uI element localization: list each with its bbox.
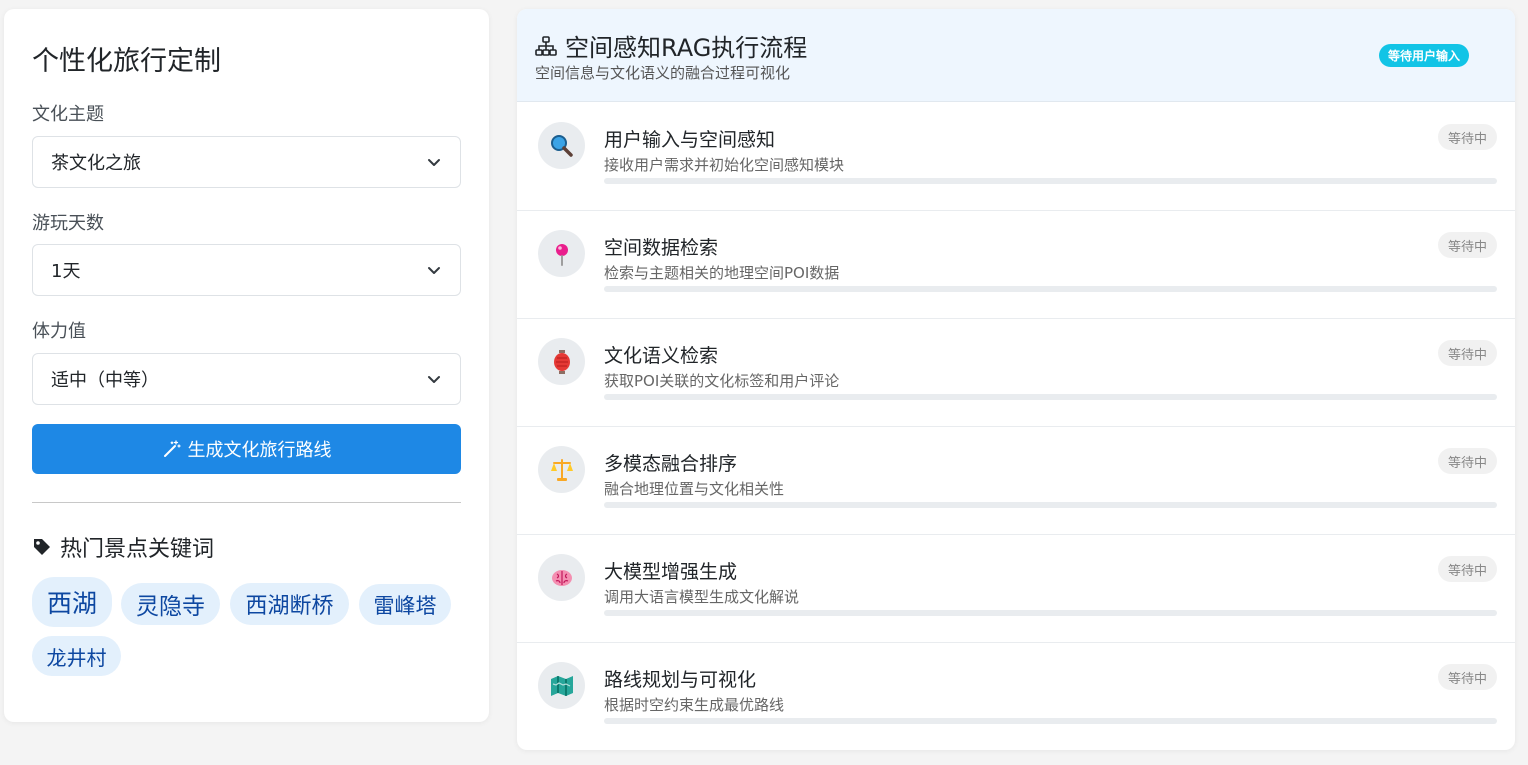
scales-icon [550, 458, 573, 481]
step-icon [538, 230, 585, 277]
tag-icon [34, 539, 50, 555]
step-title: 空间数据检索 [604, 237, 719, 259]
step-title: 多模态融合排序 [604, 453, 738, 475]
stamina-select[interactable]: 适中（中等） [32, 353, 461, 405]
step-progress-bar [604, 718, 1497, 724]
days-label: 游玩天数 [32, 213, 104, 234]
generate-route-label: 生成文化旅行路线 [187, 440, 332, 461]
brain-icon [551, 569, 572, 586]
step-item: 大模型增强生成 调用大语言模型生成文化解说 等待中 [517, 535, 1515, 643]
panel-title: 个性化旅行定制 [32, 46, 221, 77]
rag-flow-subtitle: 空间信息与文化语义的融合过程可视化 [535, 64, 791, 82]
step-icon [538, 554, 585, 601]
theme-label: 文化主题 [32, 104, 104, 125]
map-pin-icon [555, 243, 568, 266]
step-progress-bar [604, 178, 1497, 184]
step-status-badge: 等待中 [1437, 340, 1497, 366]
step-item: 多模态融合排序 融合地理位置与文化相关性 等待中 [517, 427, 1515, 535]
step-progress-bar [604, 610, 1497, 616]
step-status-badge: 等待中 [1437, 232, 1497, 258]
step-status-badge: 等待中 [1437, 448, 1497, 474]
theme-select[interactable]: 茶文化之旅 [32, 136, 461, 188]
step-icon [538, 122, 585, 169]
step-status-badge: 等待中 [1437, 556, 1497, 582]
chevron-down-icon [428, 267, 440, 274]
step-icon [538, 662, 585, 709]
step-item: 空间数据检索 检索与主题相关的地理空间POI数据 等待中 [517, 211, 1515, 319]
stamina-label: 体力值 [32, 321, 86, 342]
step-progress-bar [604, 394, 1497, 400]
step-title: 文化语义检索 [604, 345, 719, 367]
rag-flow-panel: 空间感知RAG执行流程 空间信息与文化语义的融合过程可视化 等待用户输入 用户输… [517, 9, 1515, 750]
rag-flow-header: 空间感知RAG执行流程 空间信息与文化语义的融合过程可视化 等待用户输入 [517, 9, 1515, 102]
chevron-down-icon [428, 376, 440, 383]
chevron-down-icon [428, 159, 440, 166]
divider [32, 502, 461, 503]
magic-wand-icon [163, 440, 181, 457]
keywords-heading: 热门景点关键词 [32, 531, 214, 563]
step-description: 融合地理位置与文化相关性 [604, 480, 785, 498]
keyword-tag[interactable]: 西湖断桥 [230, 583, 349, 625]
keyword-tag[interactable]: 灵隐寺 [121, 583, 220, 625]
step-title: 路线规划与可视化 [604, 669, 757, 691]
lantern-icon [553, 349, 570, 374]
map-icon [550, 675, 573, 696]
step-title: 大模型增强生成 [604, 561, 738, 583]
keyword-tag[interactable]: 西湖 [32, 577, 112, 627]
magnifier-icon [550, 134, 573, 157]
keywords-title: 热门景点关键词 [60, 537, 215, 562]
keyword-tag[interactable]: 雷峰塔 [359, 584, 451, 625]
trip-customize-panel: 个性化旅行定制 文化主题 茶文化之旅 游玩天数 1天 体力值 适中（中等） 生成… [4, 9, 489, 722]
step-description: 根据时空约束生成最优路线 [604, 696, 785, 714]
step-status-badge: 等待中 [1437, 124, 1497, 150]
step-description: 调用大语言模型生成文化解说 [604, 588, 800, 606]
step-icon [538, 446, 585, 493]
step-item: 文化语义检索 获取POI关联的文化标签和用户评论 等待中 [517, 319, 1515, 427]
step-item: 路线规划与可视化 根据时空约束生成最优路线 等待中 [517, 643, 1515, 750]
rag-flow-title-row: 空间感知RAG执行流程 [535, 28, 807, 63]
step-description: 接收用户需求并初始化空间感知模块 [604, 156, 845, 174]
days-select-value: 1天 [51, 261, 81, 282]
rag-flow-title: 空间感知RAG执行流程 [565, 34, 808, 62]
step-icon [538, 338, 585, 385]
step-item: 用户输入与空间感知 接收用户需求并初始化空间感知模块 等待中 [517, 103, 1515, 211]
step-description: 检索与主题相关的地理空间POI数据 [604, 264, 840, 282]
sitemap-icon [535, 35, 557, 56]
status-badge: 等待用户输入 [1378, 44, 1469, 67]
days-select[interactable]: 1天 [32, 244, 461, 296]
step-status-badge: 等待中 [1437, 664, 1497, 690]
keyword-tag[interactable]: 龙井村 [32, 636, 121, 676]
stamina-select-value: 适中（中等） [51, 370, 159, 391]
step-description: 获取POI关联的文化标签和用户评论 [604, 372, 840, 390]
theme-select-value: 茶文化之旅 [51, 153, 141, 174]
step-progress-bar [604, 286, 1497, 292]
generate-route-button[interactable]: 生成文化旅行路线 [32, 424, 461, 474]
step-progress-bar [604, 502, 1497, 508]
step-title: 用户输入与空间感知 [604, 129, 776, 151]
